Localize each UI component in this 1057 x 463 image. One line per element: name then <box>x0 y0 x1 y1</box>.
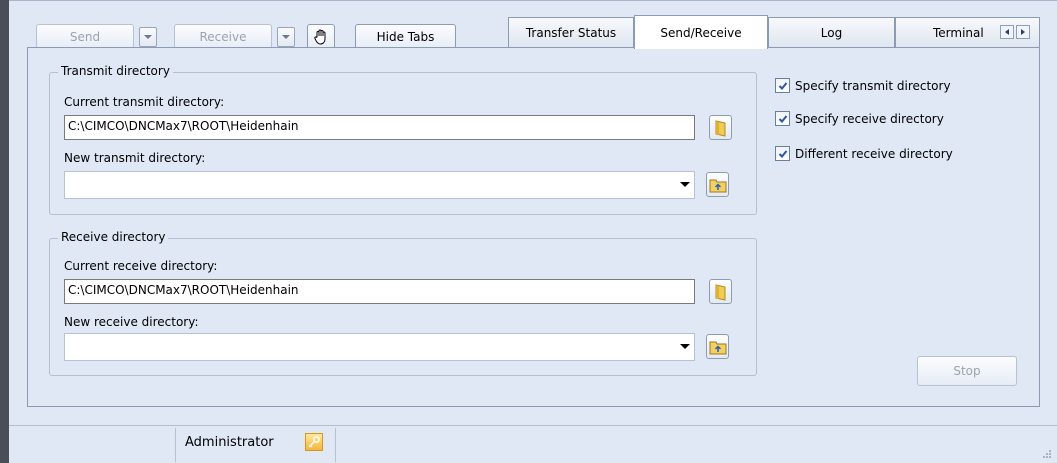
different-receive-checkbox[interactable] <box>775 146 790 161</box>
chevron-down-icon <box>144 35 152 39</box>
current-transmit-label: Current transmit directory: <box>64 95 225 109</box>
folder-up-icon <box>709 179 726 192</box>
new-receive-directory-combo[interactable] <box>64 333 695 361</box>
transmit-group-title: Transmit directory <box>58 64 173 78</box>
arrow-right-icon <box>1021 29 1025 35</box>
tab-scroll-right-button[interactable] <box>1016 25 1030 39</box>
send-dropdown-button[interactable] <box>139 27 157 47</box>
arrow-left-icon <box>1005 29 1009 35</box>
chevron-down-icon[interactable] <box>680 182 690 187</box>
specify-receive-checkbox[interactable] <box>775 111 790 126</box>
specify-receive-label: Specify receive directory <box>795 111 944 126</box>
specify-receive-option[interactable]: Specify receive directory <box>775 111 944 126</box>
status-separator <box>335 428 336 462</box>
current-receive-label: Current receive directory: <box>64 259 218 273</box>
status-separator <box>175 428 176 462</box>
hand-icon <box>314 29 326 45</box>
tab-log[interactable]: Log <box>768 17 895 47</box>
resize-grip-icon[interactable] <box>1040 447 1052 459</box>
folder-up-icon <box>709 341 726 354</box>
key-glyph <box>308 436 320 448</box>
different-receive-label: Different receive directory <box>795 146 953 161</box>
specify-transmit-label: Specify transmit directory <box>795 78 951 93</box>
current-receive-directory-field: C:\CIMCO\DNCMax7\ROOT\Heidenhain <box>64 279 695 304</box>
tab-scroll-left-button[interactable] <box>1000 25 1014 39</box>
key-icon[interactable] <box>305 433 323 451</box>
browse-receive-button[interactable] <box>709 279 732 304</box>
receive-dropdown-button[interactable] <box>277 27 295 47</box>
open-receive-folder-button[interactable] <box>706 334 729 359</box>
receive-group-title: Receive directory <box>58 230 169 244</box>
stop-button[interactable]: Stop <box>917 356 1017 386</box>
different-receive-option[interactable]: Different receive directory <box>775 146 953 161</box>
status-user: Administrator <box>185 435 274 450</box>
current-transmit-directory-field: C:\CIMCO\DNCMax7\ROOT\Heidenhain <box>64 115 695 140</box>
chevron-down-icon[interactable] <box>680 344 690 349</box>
checkmark-icon <box>778 114 787 123</box>
folder-icon <box>715 283 725 301</box>
status-bar <box>9 425 1057 463</box>
new-transmit-label: New transmit directory: <box>64 151 206 165</box>
checkmark-icon <box>778 81 787 90</box>
folder-icon <box>715 119 725 137</box>
window-frame <box>0 0 9 463</box>
specify-transmit-option[interactable]: Specify transmit directory <box>775 78 951 93</box>
browse-transmit-button[interactable] <box>709 115 732 140</box>
open-transmit-folder-button[interactable] <box>706 172 729 197</box>
checkmark-icon <box>778 149 787 158</box>
new-receive-label: New receive directory: <box>64 315 199 329</box>
chevron-down-icon <box>282 35 290 39</box>
tab-send-receive[interactable]: Send/Receive <box>634 15 768 49</box>
tab-transfer-status[interactable]: Transfer Status <box>508 17 634 47</box>
new-transmit-directory-combo[interactable] <box>64 171 695 199</box>
specify-transmit-checkbox[interactable] <box>775 78 790 93</box>
